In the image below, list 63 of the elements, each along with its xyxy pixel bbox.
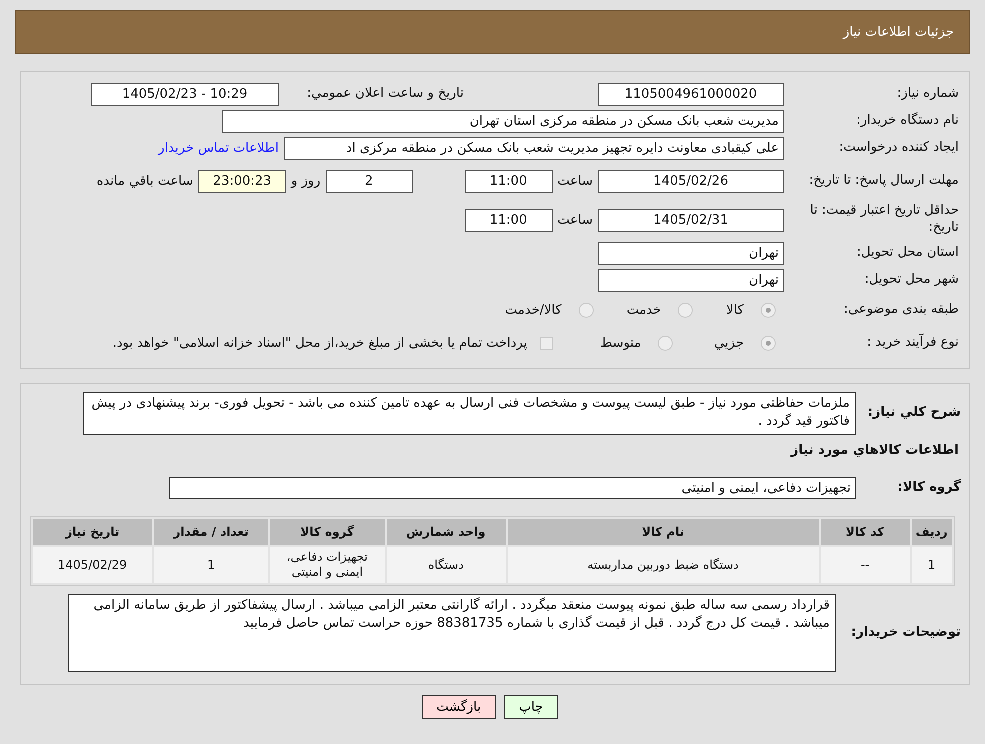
column-header: تعداد / مقدار xyxy=(154,519,268,545)
need-number-field: 1105004961000020 xyxy=(598,82,784,106)
field-label: نوع فرآیند خرید : xyxy=(866,334,959,352)
time-label: ساعت xyxy=(558,212,593,228)
field-label: حداقل تاریخ اعتبار قیمت: تا تاریخ: xyxy=(809,203,959,237)
column-header: گروه کالا xyxy=(270,519,385,545)
field-label: نام دستگاه خریدار: xyxy=(856,112,959,130)
section-title: اطلاعات کالاهاي مورد نیاز xyxy=(790,443,959,458)
radio-label: خدمت xyxy=(626,302,662,318)
checkbox-label: پرداخت تمام یا بخشی از مبلغ خرید،از محل "اسناد خزانه اسلامی" خواهد بود. xyxy=(112,336,528,350)
field-label: گروه کالا: xyxy=(896,480,961,496)
table-cell: 1405/02/29 xyxy=(33,547,152,583)
field-label: استان محل تحویل: xyxy=(856,244,959,262)
table-cell: تجهیزات دفاعی، ایمنی و امنیتی xyxy=(270,547,385,583)
table-cell: دستگاه ضبط دوربین مداربسته xyxy=(508,547,819,583)
checkbox[interactable] xyxy=(540,336,554,350)
radio-button[interactable] xyxy=(658,336,674,350)
column-header: واحد شمارش xyxy=(386,519,506,545)
deadline-time-field: 11:00 xyxy=(464,170,553,192)
description-textarea[interactable]: ملزمات حفاظتی مورد نیاز - طبق لیست پیوست و مشخصات فنی ارسال به عهده تامین کننده می باشد - تحویل فوری- برند پیشنهادی در پیش فاکتور قید گردد . xyxy=(83,392,856,435)
field-label: طبقه بندی موضوعی: xyxy=(842,302,959,318)
radio-label: متوسط xyxy=(600,336,642,350)
days-label: روز و xyxy=(291,174,321,188)
field-label: شرح کلي نیاز: xyxy=(866,405,961,422)
requester-field: علی کیقبادی معاونت دایره تجهیز مدیریت شعب بانک مسکن در منطقه مرکزی اد xyxy=(284,136,784,160)
table-cell: 1 xyxy=(912,547,952,583)
table-cell: 1 xyxy=(154,547,268,583)
column-header: تاریخ نیاز xyxy=(33,519,152,545)
radio-button[interactable] xyxy=(761,302,776,318)
column-header: نام کالا xyxy=(508,519,819,545)
radio-button[interactable] xyxy=(761,336,776,350)
buyer-notes-textarea[interactable]: قرارداد رسمی سه ساله طبق نمونه پیوست منعقد میگردد . ارائه گارانتی معتبر الزامی میباشد . ارسال پیشفاکتور از طریق سامانه الزامی میباشد . قیمت کل درج گردد . قبل از قیمت گذاری با شماره 88381735 حوزه حراست تماس حاصل فرمایید xyxy=(68,594,836,672)
print-button[interactable]: چاپ xyxy=(504,695,558,719)
validity-time-field: 11:00 xyxy=(464,208,553,232)
validity-date-field: 1405/02/31 xyxy=(598,208,784,232)
table-cell: -- xyxy=(820,547,910,583)
time-label: ساعت xyxy=(558,174,593,188)
field-label: ایجاد کننده درخواست: xyxy=(838,140,959,156)
goods-group-field: تجهیزات دفاعی، ایمنی و امنیتی xyxy=(169,477,856,499)
radio-label: کالا xyxy=(726,302,744,318)
column-header: ردیف xyxy=(912,519,952,545)
radio-label: کالا/خدمت xyxy=(505,302,562,318)
announce-date-field: 1405/02/23 - 10:29 xyxy=(91,82,279,106)
province-field: تهران xyxy=(598,242,784,264)
field-label: تاریخ و ساعت اعلان عمومي: xyxy=(306,86,464,102)
radio-button[interactable] xyxy=(678,302,694,318)
field-label: شماره نیاز: xyxy=(896,86,959,102)
field-label: شهر محل تحویل: xyxy=(864,272,959,288)
remaining-label: ساعت باقي مانده xyxy=(96,174,194,188)
remaining-time-field: 23:00:23 xyxy=(198,170,286,192)
table-cell: دستگاه xyxy=(386,547,506,583)
column-header: کد کالا xyxy=(820,519,910,545)
page-title: جزئیات اطلاعات نیاز xyxy=(843,24,954,40)
field-label: مهلت ارسال پاسخ: تا تاریخ: xyxy=(808,172,959,190)
deadline-date-field: 1405/02/26 xyxy=(598,170,784,192)
buyer-org-field: مدیریت شعب بانک مسکن در منطقه مرکزی استان تهران xyxy=(222,110,784,132)
back-button[interactable]: بازگشت xyxy=(422,695,496,719)
radio-button[interactable] xyxy=(578,302,594,318)
days-field: 2 xyxy=(326,170,413,192)
buyer-contact-link[interactable]: اطلاعات تماس خریدار xyxy=(158,140,279,156)
radio-label: جزيي xyxy=(714,336,744,350)
field-label: توضیحات خریدار: xyxy=(850,624,961,642)
city-field: تهران xyxy=(598,268,784,292)
